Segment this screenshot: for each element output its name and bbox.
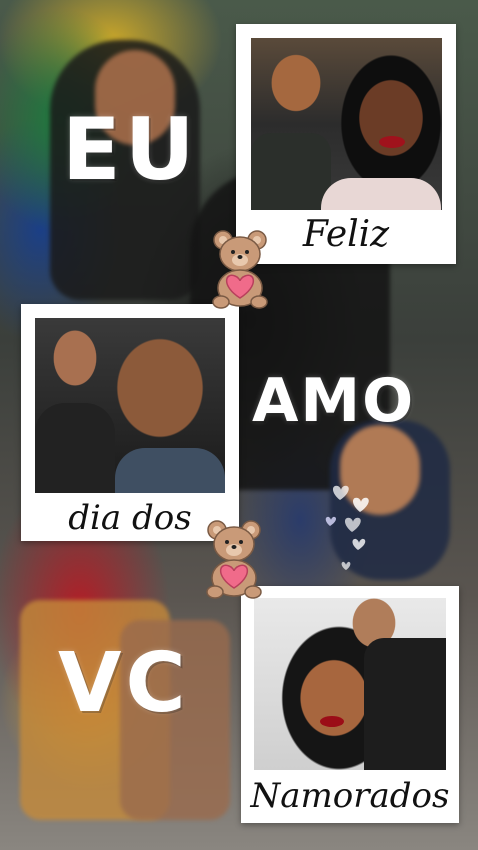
polaroid-frame: Namorados bbox=[241, 586, 459, 823]
story-canvas: Feliz dia dos Namorados EU AMO VC bbox=[0, 0, 478, 850]
overlay-word-amo: AMO bbox=[252, 366, 416, 436]
polaroid-caption: Namorados bbox=[250, 776, 450, 816]
teddy-bear-heart-icon bbox=[206, 520, 262, 599]
couple-photo bbox=[35, 318, 225, 493]
polaroid-frame: dia dos bbox=[21, 304, 239, 541]
overlay-word-vc: VC bbox=[58, 636, 190, 731]
floating-hearts-icon bbox=[325, 485, 369, 570]
overlay-word-eu: EU bbox=[62, 100, 199, 200]
teddy-bear-heart-icon bbox=[212, 230, 268, 309]
couple-photo bbox=[254, 598, 446, 770]
couple-photo bbox=[251, 38, 442, 210]
